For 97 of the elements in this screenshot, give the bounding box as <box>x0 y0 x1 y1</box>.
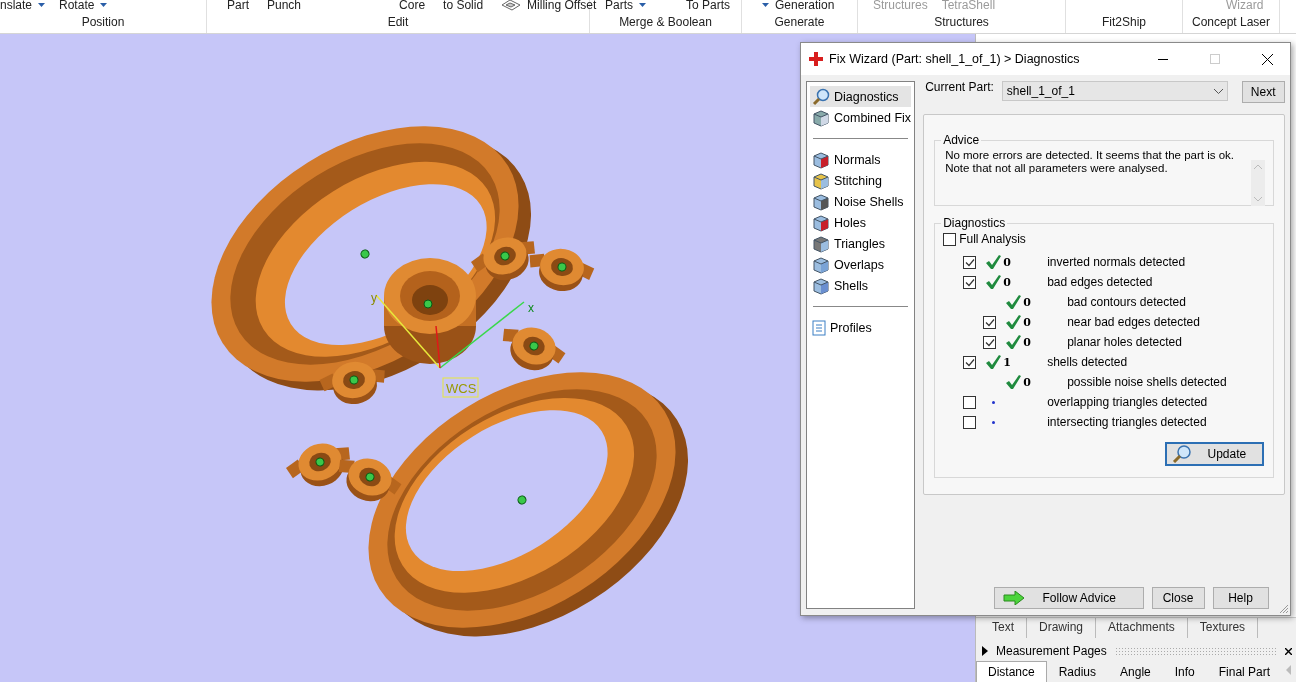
wcs-label: WCS <box>442 377 479 398</box>
maximize-icon <box>1210 54 1220 64</box>
check-label: inverted normals detected <box>1047 255 1186 269</box>
measurement-tab[interactable]: Final Part <box>1206 661 1283 682</box>
group-label: Position <box>81 15 125 29</box>
count: 0 <box>1023 335 1031 349</box>
count: 1 <box>1003 355 1011 369</box>
ribbon-button[interactable]: Milling Offset <box>501 0 597 12</box>
nav-item[interactable]: Overlaps <box>810 254 912 275</box>
cube-icon <box>812 213 830 232</box>
group-label: Concept Laser <box>1191 15 1270 29</box>
check-label: overlapping triangles detected <box>1047 395 1208 409</box>
group-label: Generate <box>774 15 825 29</box>
minimize-icon <box>1158 58 1168 60</box>
check-label: bad contours detected <box>1067 295 1186 309</box>
advice-text: No more errors are detected. It seems that the part is ok. Note that not all parameters were analysed. <box>944 148 1236 176</box>
close-icon <box>1261 53 1273 65</box>
check-label: planar holes detected <box>1067 335 1182 349</box>
nav-item[interactable]: Normals <box>810 149 912 170</box>
window-title: Fix Wizard (Part: shell_1_of_1) > Diagnostics <box>829 52 1081 66</box>
panel-tab[interactable]: Attachments <box>1096 618 1188 638</box>
cube-icon <box>812 255 830 274</box>
cross-icon <box>809 52 823 66</box>
ribbon-button[interactable]: Punch <box>267 0 302 12</box>
scrollbar-icon <box>1250 160 1265 206</box>
nav-item[interactable]: Noise Shells <box>810 191 912 212</box>
panel-tab[interactable]: Text <box>980 618 1027 638</box>
count: 0 <box>1023 295 1031 309</box>
nav-item[interactable]: Triangles <box>810 233 912 254</box>
count: 0 <box>1023 375 1031 389</box>
section-title: Measurement Pages <box>996 644 1107 658</box>
search-icon <box>812 87 830 106</box>
close-icon[interactable] <box>1285 647 1292 655</box>
cube-icon <box>812 171 830 190</box>
measurement-tab[interactable]: Radius <box>1046 661 1109 682</box>
update-button[interactable]: Update <box>1164 442 1264 466</box>
nav-item[interactable]: Diagnostics <box>810 86 912 107</box>
count: 0 <box>1003 275 1011 289</box>
check-label: shells detected <box>1047 355 1128 369</box>
group-label: Fit2Ship <box>1102 15 1146 29</box>
cube-icon <box>812 276 830 295</box>
panel-tab[interactable]: Drawing <box>1027 618 1097 638</box>
next-button[interactable]: Next <box>1241 81 1285 103</box>
expand-icon <box>982 646 988 656</box>
dialog-button[interactable]: Help <box>1212 587 1269 609</box>
group-label: Structures <box>934 15 989 29</box>
nav-item[interactable]: Holes <box>810 212 912 233</box>
dialog-button[interactable]: Close <box>1151 587 1205 609</box>
nav-item[interactable]: Profiles <box>810 317 912 338</box>
cube-icon <box>812 150 830 169</box>
count: 0 <box>1023 315 1031 329</box>
checkbox[interactable] <box>963 415 977 429</box>
chevron-icon <box>1213 88 1223 94</box>
measurement-tab[interactable]: Angle <box>1108 661 1163 682</box>
follow-advice-button[interactable]: Follow Advice <box>993 587 1144 609</box>
resize-grip-icon <box>1279 604 1289 614</box>
ribbon-button[interactable]: nslate <box>0 0 46 12</box>
axis-label: x <box>528 301 534 315</box>
part-select[interactable]: shell_1_of_1 <box>1001 81 1228 101</box>
cube-icon <box>812 108 830 127</box>
nav-item[interactable]: Shells <box>810 275 912 296</box>
check-label: bad edges detected <box>1047 275 1153 289</box>
group-label: Edit <box>387 15 409 29</box>
nav-item[interactable]: Stitching <box>810 170 912 191</box>
check-label: possible noise shells detected <box>1067 375 1227 389</box>
group-title: Advice <box>942 133 981 147</box>
group-title: Diagnostics <box>942 216 1007 230</box>
ribbon-button[interactable]: Core <box>399 0 426 12</box>
cube-icon <box>812 234 830 253</box>
checkbox[interactable] <box>983 335 997 349</box>
nav-item[interactable]: Combined Fix <box>810 107 912 128</box>
panel-tab[interactable]: Textures <box>1187 618 1259 638</box>
search-icon <box>1171 445 1192 463</box>
ribbon-button[interactable]: Part <box>227 0 249 12</box>
ribbon-button[interactable]: To Parts <box>686 0 731 12</box>
field-label: Current Part: <box>925 80 994 94</box>
cube-icon <box>812 192 830 211</box>
document-icon <box>812 319 826 336</box>
check-label: intersecting triangles detected <box>1047 415 1207 429</box>
measurement-tab[interactable]: Info <box>1162 661 1207 682</box>
checkbox[interactable] <box>963 355 977 369</box>
check-label: near bad edges detected <box>1067 315 1200 329</box>
ribbon-button[interactable]: to Solid <box>443 0 484 12</box>
ribbon-button[interactable]: Parts <box>605 0 646 12</box>
checkbox[interactable] <box>963 395 977 409</box>
checkbox[interactable] <box>983 315 997 329</box>
count: 0 <box>1003 255 1011 269</box>
axis-label: y <box>371 291 377 305</box>
ribbon-button[interactable]: Generation <box>762 0 835 12</box>
ribbon-button[interactable]: Rotate <box>59 0 108 12</box>
group-label: Merge & Boolean <box>619 15 712 29</box>
arrow-icon <box>1002 591 1025 605</box>
checkbox[interactable] <box>943 232 957 246</box>
check-label: Full Analysis <box>959 232 1026 246</box>
checkbox[interactable] <box>963 275 977 289</box>
checkbox[interactable] <box>963 255 977 269</box>
measurement-tab[interactable]: Distance <box>976 661 1047 682</box>
